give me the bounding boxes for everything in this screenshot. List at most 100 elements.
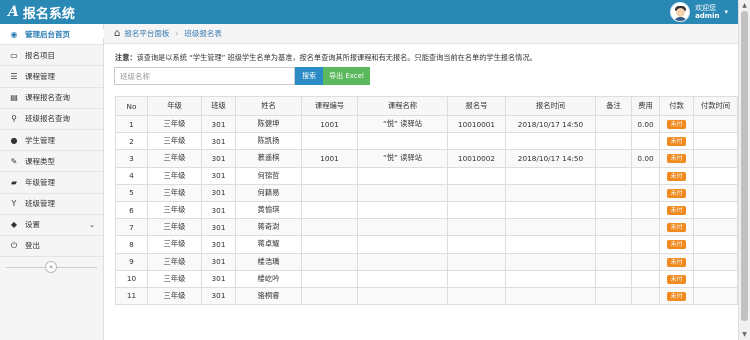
notice-body: 该查询是以系统 “学生管理” 班级学生名单为基准，按名单查询其所报课程和有无报名… bbox=[136, 53, 537, 62]
cell-note bbox=[595, 235, 632, 254]
column-header[interactable]: 费用 bbox=[631, 96, 660, 116]
cell-note bbox=[595, 269, 632, 288]
cell-reg-no: 10010002 bbox=[447, 149, 506, 168]
status-badge: 未付 bbox=[667, 291, 686, 301]
edit-icon: ✎ bbox=[10, 156, 18, 166]
avatar[interactable] bbox=[670, 2, 691, 22]
cell-class: 301 bbox=[201, 235, 236, 254]
cell-fee bbox=[631, 252, 660, 271]
cell-note bbox=[595, 132, 632, 151]
export-excel-button[interactable]: 导出 Excel bbox=[323, 67, 370, 85]
list-icon: ☰ bbox=[10, 71, 18, 81]
cell-pay-time bbox=[693, 252, 738, 271]
column-header[interactable]: 班级 bbox=[201, 96, 236, 116]
cell-no: 4 bbox=[115, 166, 148, 185]
cell-course-id bbox=[301, 235, 358, 254]
user-menu[interactable]: 欢迎您 admin ▾ bbox=[670, 2, 728, 22]
cell-name: 蒋卓耀 bbox=[235, 235, 302, 254]
monitor-icon: ▭ bbox=[10, 50, 18, 60]
sidebar-item-list[interactable]: ☰ 课程管理 bbox=[0, 66, 103, 88]
status-badge: 未付 bbox=[667, 223, 686, 233]
cell-class: 301 bbox=[201, 269, 236, 288]
cell-course-name bbox=[357, 235, 448, 254]
column-header[interactable]: 姓名 bbox=[235, 96, 302, 116]
sidebar-item-label: 登出 bbox=[25, 241, 40, 251]
sidebar-item-user[interactable]: ● 学生管理 bbox=[0, 130, 103, 152]
cell-paid: 未付 bbox=[659, 218, 694, 237]
column-header[interactable]: 付款时间 bbox=[693, 96, 738, 116]
sidebar-item-label: 班级报名查询 bbox=[25, 114, 70, 124]
sidebar-item-label: 年级管理 bbox=[25, 177, 55, 187]
cell-class: 301 bbox=[201, 166, 236, 185]
breadcrumb-item-class-registration[interactable]: 班级报名表 bbox=[184, 28, 222, 39]
breadcrumb-item-dashboard[interactable]: 报名平台面板 bbox=[124, 28, 169, 39]
column-header[interactable]: No bbox=[115, 96, 148, 116]
cell-pay-time bbox=[693, 149, 738, 168]
status-badge: 未付 bbox=[667, 188, 686, 198]
column-header[interactable]: 报名时间 bbox=[505, 96, 596, 116]
sidebar-item-glass[interactable]: Y 班级管理 bbox=[0, 194, 103, 215]
cell-course-id bbox=[301, 183, 358, 202]
sidebar-item-car[interactable]: ▰ 年级管理 bbox=[0, 172, 103, 194]
app-title: 报名系统 bbox=[22, 6, 75, 22]
cell-reg-time bbox=[505, 166, 596, 185]
cell-pay-time bbox=[693, 114, 738, 134]
tag-icon: ◆ bbox=[10, 220, 18, 230]
column-header[interactable]: 备注 bbox=[595, 96, 632, 116]
scroll-down-icon[interactable]: ▼ bbox=[739, 329, 750, 340]
table-row: 10 三年级 301 楼屹吟 未付 bbox=[115, 269, 738, 288]
sidebar-item-label: 学生管理 bbox=[25, 135, 55, 145]
column-header[interactable]: 课程编号 bbox=[301, 96, 358, 116]
user-icon: ● bbox=[10, 135, 18, 145]
cell-note bbox=[595, 114, 632, 134]
scroll-up-icon[interactable]: ▲ bbox=[739, 0, 750, 11]
cell-reg-no bbox=[447, 252, 506, 271]
collapse-sidebar-icon[interactable]: « bbox=[45, 261, 57, 274]
column-header[interactable]: 课程名称 bbox=[357, 96, 448, 116]
cell-pay-time bbox=[693, 183, 738, 202]
scroll-thumb[interactable] bbox=[741, 11, 748, 321]
table-row: 5 三年级 301 何籍易 未付 bbox=[115, 183, 738, 202]
welcome-text: 欢迎您 bbox=[695, 4, 717, 12]
sidebar-item-chart[interactable]: ▤ 课程报名查询 bbox=[0, 88, 103, 109]
cell-pay-time bbox=[693, 269, 738, 288]
status-badge: 未付 bbox=[667, 154, 686, 164]
cell-reg-time bbox=[505, 200, 596, 220]
cell-reg-time bbox=[505, 132, 596, 151]
cell-no: 6 bbox=[115, 200, 148, 220]
column-header[interactable]: 付款 bbox=[659, 96, 694, 116]
cell-class: 301 bbox=[201, 114, 236, 134]
sidebar-item-monitor[interactable]: ▭ 报名项目 bbox=[0, 45, 103, 67]
sidebar-item-dashboard[interactable]: ◉ 管理后台首页 bbox=[0, 24, 104, 46]
sidebar-item-search[interactable]: ⚲ 班级报名查询 bbox=[0, 109, 103, 130]
cell-course-name bbox=[357, 269, 448, 288]
sidebar-item-tag[interactable]: ◆ 设置 ⌄ bbox=[0, 215, 103, 236]
cell-paid: 未付 bbox=[659, 200, 694, 220]
caret-down-icon[interactable]: ▾ bbox=[724, 8, 728, 16]
cell-course-name bbox=[357, 218, 448, 237]
cell-class: 301 bbox=[201, 132, 236, 151]
column-header[interactable]: 报名号 bbox=[447, 96, 506, 116]
search-button[interactable]: 搜索 bbox=[295, 67, 323, 85]
cell-name: 蒋奇澍 bbox=[235, 218, 302, 237]
column-header[interactable]: 年级 bbox=[147, 96, 202, 116]
cell-no: 1 bbox=[115, 114, 148, 134]
cell-pay-time bbox=[693, 286, 738, 306]
sidebar-item-edit[interactable]: ✎ 课程类型 bbox=[0, 151, 103, 173]
cell-name: 陈凯扬 bbox=[235, 132, 302, 151]
cell-pay-time bbox=[693, 132, 738, 151]
home-icon[interactable]: ⌂ bbox=[114, 28, 120, 39]
table-row: 7 三年级 301 蒋奇澍 未付 bbox=[115, 218, 738, 237]
app-brand[interactable]: A 报名系统 bbox=[8, 3, 75, 22]
sidebar-item-power[interactable]: ⏻ 登出 bbox=[0, 236, 103, 258]
cell-name: 黄愉琪 bbox=[235, 200, 302, 220]
cell-reg-no bbox=[447, 183, 506, 202]
sidebar-item-label: 设置 bbox=[25, 220, 40, 230]
cell-reg-time bbox=[505, 218, 596, 237]
cell-note bbox=[595, 252, 632, 271]
class-name-input[interactable] bbox=[114, 67, 295, 85]
cell-reg-time bbox=[505, 269, 596, 288]
page-scrollbar[interactable]: ▲ ▼ bbox=[738, 0, 750, 340]
search-bar: 搜索 导出 Excel bbox=[114, 67, 370, 85]
cell-paid: 未付 bbox=[659, 286, 694, 306]
